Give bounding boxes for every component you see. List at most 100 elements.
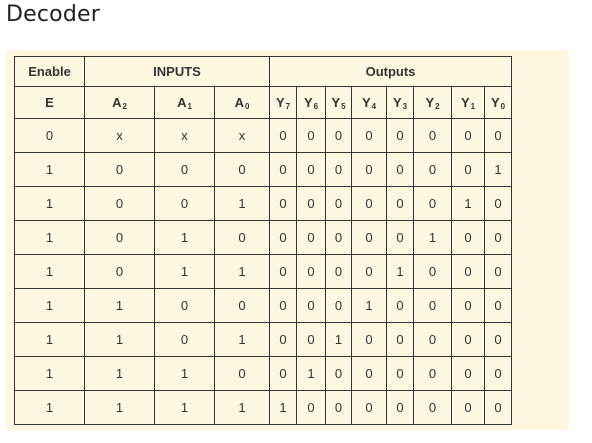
table-cell: 0 <box>413 254 452 289</box>
table-cell: 0 <box>214 152 270 187</box>
table-cell: x <box>154 118 215 153</box>
table-cell: 0 <box>451 322 485 357</box>
table-row: 0xxx00000000 <box>14 118 512 153</box>
table-cell: 1 <box>14 220 85 255</box>
table-row: 101100001000 <box>14 254 512 289</box>
column-header-subscript: 1 <box>187 102 192 111</box>
column-header-a2: A2 <box>84 86 155 119</box>
table-cell: 0 <box>214 356 270 391</box>
table-cell: 0 <box>484 254 512 289</box>
table-cell: 1 <box>14 322 85 357</box>
table-row: 100000000001 <box>14 152 512 187</box>
column-header-base: Y <box>361 95 371 110</box>
table-cell: 0 <box>296 152 326 187</box>
column-header-subscript: 4 <box>371 102 377 111</box>
table-cell: 0 <box>451 118 485 153</box>
table-cell: 1 <box>154 356 215 391</box>
column-header-y6: Y6 <box>296 86 326 119</box>
column-header-subscript: 6 <box>313 102 319 111</box>
table-cell: 1 <box>84 322 155 357</box>
table-cell: x <box>84 118 155 153</box>
column-header-y2: Y2 <box>413 86 452 119</box>
table-cell: 0 <box>413 118 452 153</box>
table-cell: 0 <box>296 390 326 425</box>
table-row: 110000010000 <box>14 288 512 323</box>
table-cell: 0 <box>386 152 414 187</box>
column-header-a0: A0 <box>214 86 270 119</box>
column-header-base: Y <box>303 95 313 110</box>
table-cell: 1 <box>14 288 85 323</box>
column-header-y1: Y1 <box>451 86 485 119</box>
table-cell: 0 <box>413 390 452 425</box>
table-cell: 1 <box>325 322 352 357</box>
table-cell: 1 <box>154 390 215 425</box>
table-cell: 0 <box>351 118 387 153</box>
column-header-e: E <box>14 86 85 119</box>
truth-table-panel: Enable INPUTS Outputs E A2 A1 A0 Y7 Y6 Y5 Y4 Y3 Y… <box>6 50 569 430</box>
table-cell: 0 <box>386 390 414 425</box>
table-cell: 0 <box>413 186 452 221</box>
column-header-subscript: 0 <box>500 102 506 111</box>
table-cell: 0 <box>296 118 326 153</box>
table-cell: 0 <box>14 118 85 153</box>
table-cell: 0 <box>269 322 297 357</box>
table-cell: 0 <box>84 152 155 187</box>
table-cell: 0 <box>214 220 270 255</box>
table-cell: 1 <box>214 322 270 357</box>
column-header-base: Y <box>460 95 470 110</box>
table-cell: 0 <box>413 288 452 323</box>
table-cell: 1 <box>84 356 155 391</box>
column-header-base: Y <box>275 95 285 110</box>
table-cell: 1 <box>84 288 155 323</box>
table-cell: 0 <box>386 118 414 153</box>
table-cell: 0 <box>84 186 155 221</box>
decoder-truth-table: Enable INPUTS Outputs E A2 A1 A0 Y7 Y6 Y5 Y4 Y3 Y… <box>14 56 512 425</box>
table-cell: 1 <box>269 390 297 425</box>
enable-group-header: Enable <box>14 56 85 87</box>
table-cell: 0 <box>296 288 326 323</box>
column-header-subscript: 2 <box>122 102 127 111</box>
table-row: 110100100000 <box>14 322 512 357</box>
table-cell: x <box>214 118 270 153</box>
table-cell: 1 <box>14 254 85 289</box>
column-header-base: A <box>177 95 187 110</box>
table-row: 111110000000 <box>14 390 512 425</box>
table-cell: 0 <box>451 390 485 425</box>
table-cell: 0 <box>154 152 215 187</box>
table-cell: 1 <box>484 152 512 187</box>
column-header-base: A <box>112 95 122 110</box>
page-title: Decoder <box>6 2 100 27</box>
column-header-y0: Y0 <box>484 86 512 119</box>
table-cell: 1 <box>296 356 326 391</box>
table-cell: 1 <box>413 220 452 255</box>
table-cell: 0 <box>484 118 512 153</box>
table-cell: 1 <box>154 220 215 255</box>
table-cell: 1 <box>214 390 270 425</box>
table-cell: 0 <box>413 152 452 187</box>
table-cell: 1 <box>214 186 270 221</box>
column-header-y5: Y5 <box>325 86 352 119</box>
table-cell: 0 <box>325 152 352 187</box>
table-cell: 1 <box>14 186 85 221</box>
table-cell: 0 <box>84 220 155 255</box>
table-cell: 1 <box>386 254 414 289</box>
table-cell: 0 <box>84 254 155 289</box>
table-cell: 0 <box>351 254 387 289</box>
table-cell: 1 <box>154 254 215 289</box>
table-cell: 0 <box>484 220 512 255</box>
outputs-group-header: Outputs <box>269 56 512 87</box>
column-header-y7: Y7 <box>269 86 297 119</box>
column-header-base: Y <box>331 95 341 110</box>
table-cell: 0 <box>451 220 485 255</box>
table-cell: 0 <box>484 288 512 323</box>
table-cell: 0 <box>351 322 387 357</box>
table-cell: 0 <box>351 186 387 221</box>
table-cell: 0 <box>269 288 297 323</box>
column-header-subscript: 5 <box>341 102 346 111</box>
table-cell: 0 <box>386 220 414 255</box>
column-header-subscript: 7 <box>285 102 291 111</box>
table-cell: 0 <box>351 152 387 187</box>
table-cell: 0 <box>484 390 512 425</box>
table-cell: 0 <box>351 390 387 425</box>
table-cell: 0 <box>154 322 215 357</box>
